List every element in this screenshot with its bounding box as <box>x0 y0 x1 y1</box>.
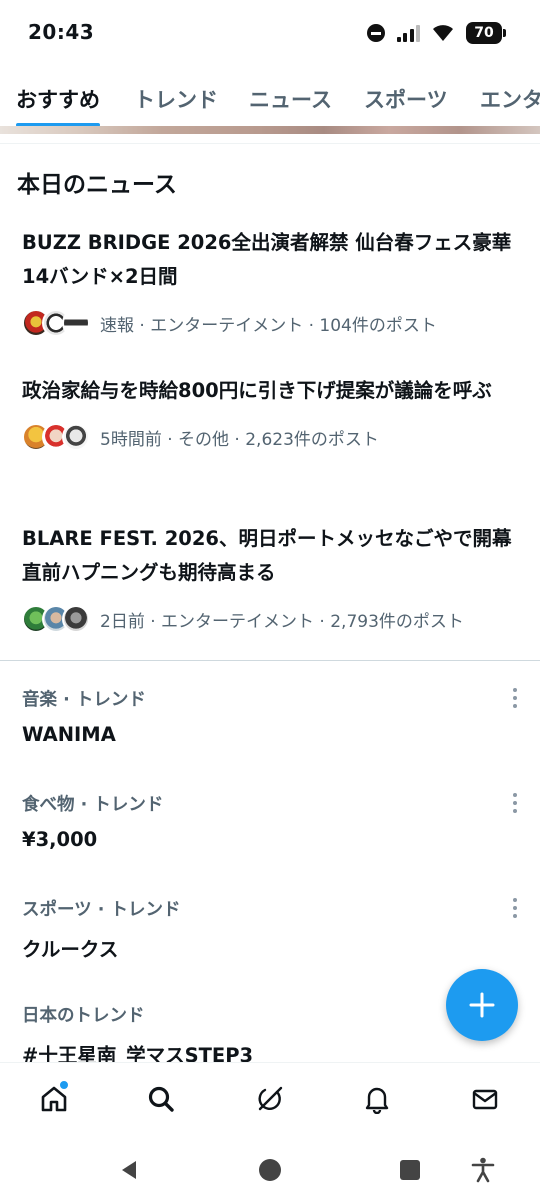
nav-search-button[interactable] <box>143 1081 179 1117</box>
nav-messages-button[interactable] <box>467 1081 503 1117</box>
more-options-icon[interactable] <box>512 793 518 813</box>
tab-recommended[interactable]: おすすめ <box>16 84 100 114</box>
news-item[interactable]: 政治家給与を時給800円に引き下げ提案が議論を呼ぶ 5時間前 · その他 · 2… <box>22 374 522 452</box>
section-separator <box>0 660 540 661</box>
trend-category: 音楽 · トレンド <box>22 690 146 710</box>
news-meta-text: 5時間前 · その他 · 2,623件のポスト <box>100 429 379 450</box>
news-meta: 2日前 · エンターテイメント · 2,793件のポスト <box>22 604 522 634</box>
trend-topic: クルークス <box>22 938 119 961</box>
avatar-stack <box>22 605 90 633</box>
tab-news[interactable]: ニュース <box>249 84 332 114</box>
news-headline: BLARE FEST. 2026、明日ポートメッセなごやで開幕 直前ハプニングも… <box>22 527 512 584</box>
tab-entertainment[interactable]: エンタ <box>480 84 540 114</box>
plus-icon <box>469 992 495 1018</box>
news-meta-text: 速報 · エンターテイメント · 104件のポスト <box>100 315 437 336</box>
recents-icon <box>400 1160 420 1180</box>
news-section-title: 本日のニュース <box>17 172 177 198</box>
accessibility-button[interactable] <box>469 1156 497 1184</box>
home-circle-icon <box>259 1159 281 1181</box>
news-meta: 速報 · エンターテイメント · 104件のポスト <box>22 308 522 338</box>
news-item[interactable]: BLARE FEST. 2026、明日ポートメッセなごやで開幕 直前ハプニングも… <box>22 522 522 634</box>
nav-grok-button[interactable] <box>252 1081 288 1117</box>
banner-image-strip <box>0 126 540 134</box>
system-home-button[interactable] <box>256 1156 284 1184</box>
system-recents-button[interactable] <box>396 1156 424 1184</box>
news-meta-text: 2日前 · エンターテイメント · 2,793件のポスト <box>100 611 464 632</box>
status-time: 20:43 <box>28 20 95 44</box>
avatar-stack <box>22 423 90 451</box>
section-divider <box>0 134 540 144</box>
news-meta: 5時間前 · その他 · 2,623件のポスト <box>22 422 522 452</box>
status-bar: 20:43 70 <box>0 0 540 64</box>
news-item[interactable]: BUZZ BRIDGE 2026全出演者解禁 仙台春フェス豪華14バンド×2日間… <box>22 226 522 338</box>
more-options-icon[interactable] <box>512 898 518 918</box>
do-not-disturb-icon <box>366 24 385 42</box>
tab-sports[interactable]: スポーツ <box>364 84 448 114</box>
trend-category: 食べ物 · トレンド <box>22 795 164 815</box>
explore-tabs: おすすめ トレンド ニュース スポーツ エンタ <box>0 72 540 130</box>
grok-icon <box>258 1086 283 1111</box>
avatar <box>62 605 90 633</box>
news-headline: BUZZ BRIDGE 2026全出演者解禁 仙台春フェス豪華14バンド×2日間 <box>22 231 512 288</box>
back-icon <box>122 1161 136 1179</box>
system-back-button[interactable] <box>115 1156 143 1184</box>
more-options-icon[interactable] <box>512 688 518 708</box>
trend-topic: WANIMA <box>22 723 116 746</box>
search-icon <box>148 1086 174 1112</box>
news-headline: 政治家給与を時給800円に引き下げ提案が議論を呼ぶ <box>22 379 492 402</box>
messages-envelope-icon <box>472 1089 498 1110</box>
trend-item[interactable]: スポーツ · トレンド クルークス <box>22 896 522 962</box>
avatar-stack <box>22 309 90 337</box>
trend-category: スポーツ · トレンド <box>22 900 181 920</box>
battery-indicator: 70 <box>466 22 506 44</box>
status-icons: 70 <box>366 21 506 45</box>
compose-post-button[interactable] <box>446 969 518 1041</box>
avatar <box>62 309 90 337</box>
bottom-navigation <box>0 1062 540 1134</box>
notification-dot <box>59 1080 69 1090</box>
trend-topic: ¥3,000 <box>22 828 98 851</box>
notifications-bell-icon <box>365 1087 389 1114</box>
wifi-icon <box>433 25 453 41</box>
tab-trending[interactable]: トレンド <box>134 84 218 114</box>
system-navigation-bar <box>0 1134 540 1200</box>
nav-notifications-button[interactable] <box>359 1081 395 1117</box>
signal-icon <box>396 24 420 42</box>
trend-item[interactable]: 音楽 · トレンド WANIMA <box>22 686 522 746</box>
accessibility-icon <box>471 1157 495 1183</box>
trend-item[interactable]: 食べ物 · トレンド ¥3,000 <box>22 791 522 851</box>
avatar <box>62 423 90 451</box>
